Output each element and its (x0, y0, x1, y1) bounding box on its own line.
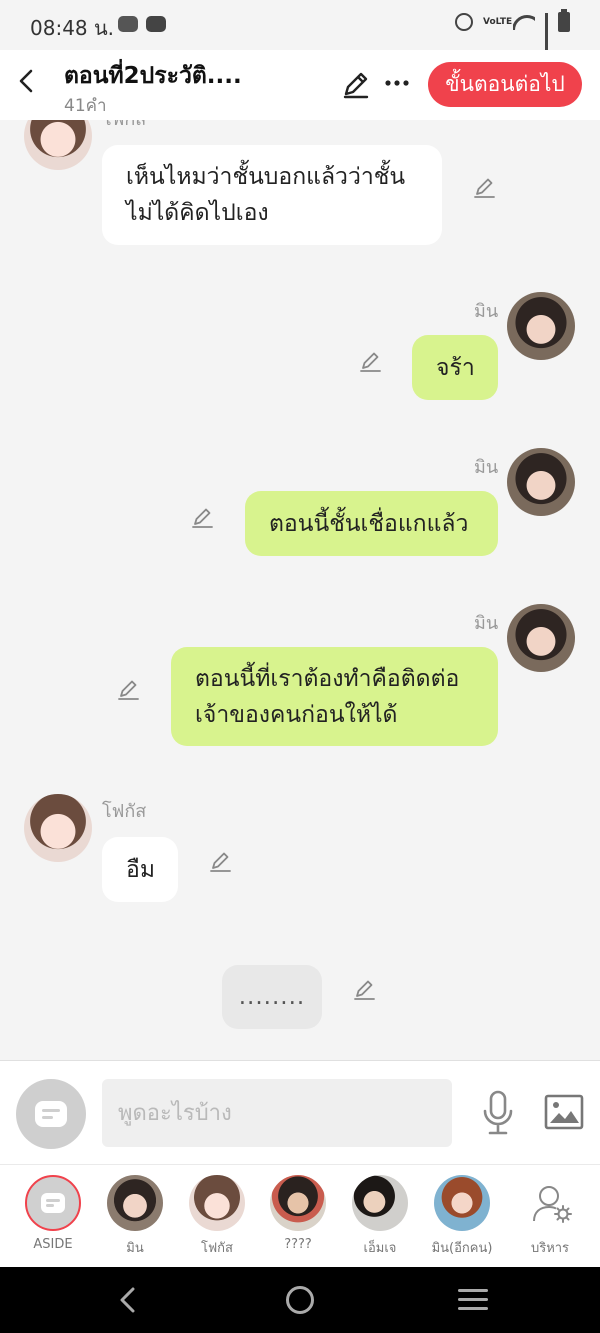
aside-bubble[interactable]: ........ (222, 965, 322, 1029)
message-bubble[interactable]: อืม (102, 837, 178, 902)
message-line: จร้า (436, 354, 475, 381)
message-line: ตอนนี้ที่เราต้องทำคือติดต่อ (195, 665, 460, 692)
edit-title-button[interactable] (340, 68, 372, 100)
sender-name: โฟกัส (102, 120, 146, 133)
more-icon (385, 80, 409, 86)
message-bubble[interactable]: ตอนนี้ที่เราต้องทำคือติดต่อ เจ้าของคนก่อ… (171, 647, 498, 746)
word-count: 41คำ (64, 96, 107, 116)
nav-recents-icon[interactable] (458, 1289, 488, 1311)
message-input[interactable] (102, 1079, 452, 1147)
avatar (189, 1175, 245, 1231)
message-line: ตอนนี้ชั้นเชื่อแกแล้ว (269, 510, 469, 537)
user-settings-icon (533, 1186, 572, 1223)
status-time: 08:48 น. (30, 16, 115, 40)
volte-icon: VoLTE (483, 17, 513, 27)
sender-name: มิน (474, 613, 499, 634)
message-line: ........ (238, 984, 306, 1010)
character-mj[interactable]: เอ็มเจ (340, 1175, 420, 1265)
message-composer (0, 1060, 600, 1164)
system-nav-bar (0, 1267, 600, 1333)
youtube-icon (146, 16, 166, 32)
edit-message-icon[interactable] (190, 504, 216, 530)
avatar (270, 1175, 326, 1231)
message-line: ไม่ได้คิดไปเอง (126, 200, 269, 226)
sender-name: มิน (474, 301, 499, 322)
sender-name: โฟกัส (102, 801, 147, 822)
character-aside[interactable]: ASIDE (13, 1175, 93, 1265)
character-selector: ASIDE มิน โฟกัส ???? เอ็มเจ มิน(อีกคน) บ… (0, 1164, 600, 1267)
chevron-left-icon (19, 69, 33, 93)
sender-name: มิน (474, 457, 499, 478)
aside-icon (35, 1101, 67, 1127)
aside-mode-button[interactable] (16, 1079, 86, 1149)
avatar (434, 1175, 490, 1231)
character-focus[interactable]: โฟกัส (177, 1175, 257, 1265)
character-label: มิน(อีกคน) (431, 1241, 493, 1256)
nav-home-icon[interactable] (286, 1286, 314, 1314)
pencil-icon (343, 72, 369, 99)
edit-message-icon[interactable] (472, 174, 498, 200)
next-step-button[interactable]: ขั้นตอนต่อไป (428, 62, 582, 107)
avatar (107, 1175, 163, 1231)
character-unknown[interactable]: ???? (258, 1175, 338, 1265)
alarm-icon (455, 13, 473, 31)
avatar-min[interactable] (507, 604, 575, 672)
character-label: บริหาร (530, 1241, 570, 1256)
line-icon (118, 16, 138, 32)
message-line: เจ้าของคนก่อนให้ได้ (195, 701, 398, 728)
status-bar: 08:48 น. VoLTE (0, 0, 600, 61)
edit-message-icon[interactable] (208, 848, 234, 874)
image-icon[interactable] (544, 1093, 584, 1131)
avatar-focus[interactable] (24, 120, 92, 170)
aside-icon (41, 1193, 65, 1213)
message-bubble[interactable]: เห็นไหมว่าชั้นบอกแล้วว่าชั้น ไม่ได้คิดไป… (102, 145, 442, 245)
aside-avatar (25, 1175, 81, 1231)
message-line: อืม (126, 856, 155, 883)
manage-characters-button[interactable]: บริหาร (510, 1175, 590, 1265)
avatar (352, 1175, 408, 1231)
more-options-button[interactable] (384, 68, 410, 104)
microphone-icon[interactable] (478, 1089, 518, 1137)
nav-back-icon[interactable] (114, 1285, 142, 1315)
edit-message-icon[interactable] (116, 676, 142, 702)
chat-area[interactable]: โฟกัส เห็นไหมว่าชั้นบอกแล้วว่าชั้น ไม่ได… (0, 120, 600, 1060)
avatar-focus[interactable] (24, 794, 92, 862)
episode-title[interactable]: ตอนที่2ประวัติ.... (64, 58, 242, 94)
avatar-min[interactable] (507, 292, 575, 360)
edit-message-icon[interactable] (358, 348, 384, 374)
message-bubble[interactable]: จร้า (412, 335, 498, 400)
avatar-min[interactable] (507, 448, 575, 516)
character-min-other[interactable]: มิน(อีกคน) (422, 1175, 502, 1265)
status-icons: VoLTE (455, 9, 570, 61)
back-button[interactable] (12, 66, 42, 96)
character-min[interactable]: มิน (95, 1175, 175, 1265)
edit-message-icon[interactable] (352, 976, 378, 1002)
message-bubble[interactable]: ตอนนี้ชั้นเชื่อแกแล้ว (245, 491, 498, 556)
signal-icon (545, 13, 548, 61)
wifi-icon (513, 14, 535, 30)
message-line: เห็นไหมว่าชั้นบอกแล้วว่าชั้น (126, 164, 406, 190)
story-header: ตอนที่2ประวัติ.... 41คำ ขั้นตอนต่อไป (0, 50, 600, 120)
battery-icon (558, 9, 570, 32)
